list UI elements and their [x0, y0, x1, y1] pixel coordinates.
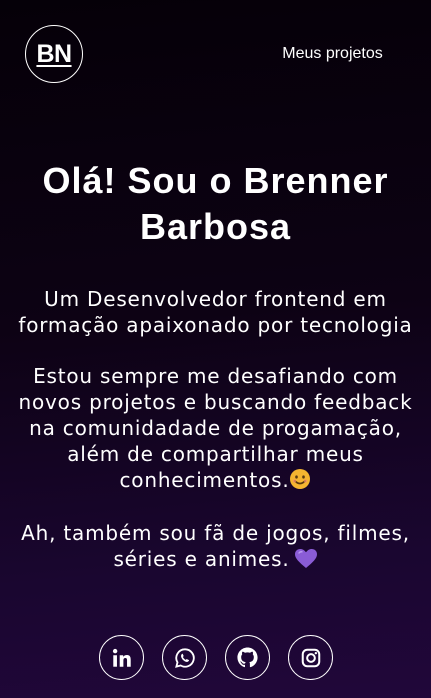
whatsapp-icon — [174, 647, 196, 669]
hero-paragraph-hobbies: Ah, também sou fã de jogos, filmes, séri… — [16, 520, 416, 575]
instagram-link[interactable] — [288, 635, 333, 680]
site-header: BN Meus projetos — [0, 0, 431, 110]
whatsapp-link[interactable] — [162, 635, 207, 680]
purple-heart-icon — [294, 548, 318, 575]
github-link[interactable] — [225, 635, 270, 680]
nav-link-meus-projetos[interactable]: Meus projetos — [262, 45, 403, 63]
linkedin-icon — [111, 647, 133, 669]
hero-paragraph-about: Estou sempre me desafiando com novos pro… — [16, 363, 416, 496]
hero-section: Olá! Sou o Brenner Barbosa Um Desenvolve… — [0, 158, 431, 575]
instagram-icon — [300, 647, 322, 669]
github-icon — [236, 646, 259, 669]
linkedin-link[interactable] — [99, 635, 144, 680]
hero-subtitle: Um Desenvolvedor frontend em formação ap… — [18, 287, 413, 337]
logo-text: BN — [36, 39, 72, 68]
social-links — [99, 635, 333, 680]
page-title: Olá! Sou o Brenner Barbosa — [42, 160, 389, 247]
hero-paragraph-hobbies-text: Ah, também sou fã de jogos, filmes, séri… — [21, 521, 410, 571]
smiling-face-icon — [289, 468, 311, 496]
logo-button[interactable]: BN — [25, 25, 83, 83]
hero-paragraph-about-text: Estou sempre me desafiando com novos pro… — [18, 364, 413, 492]
